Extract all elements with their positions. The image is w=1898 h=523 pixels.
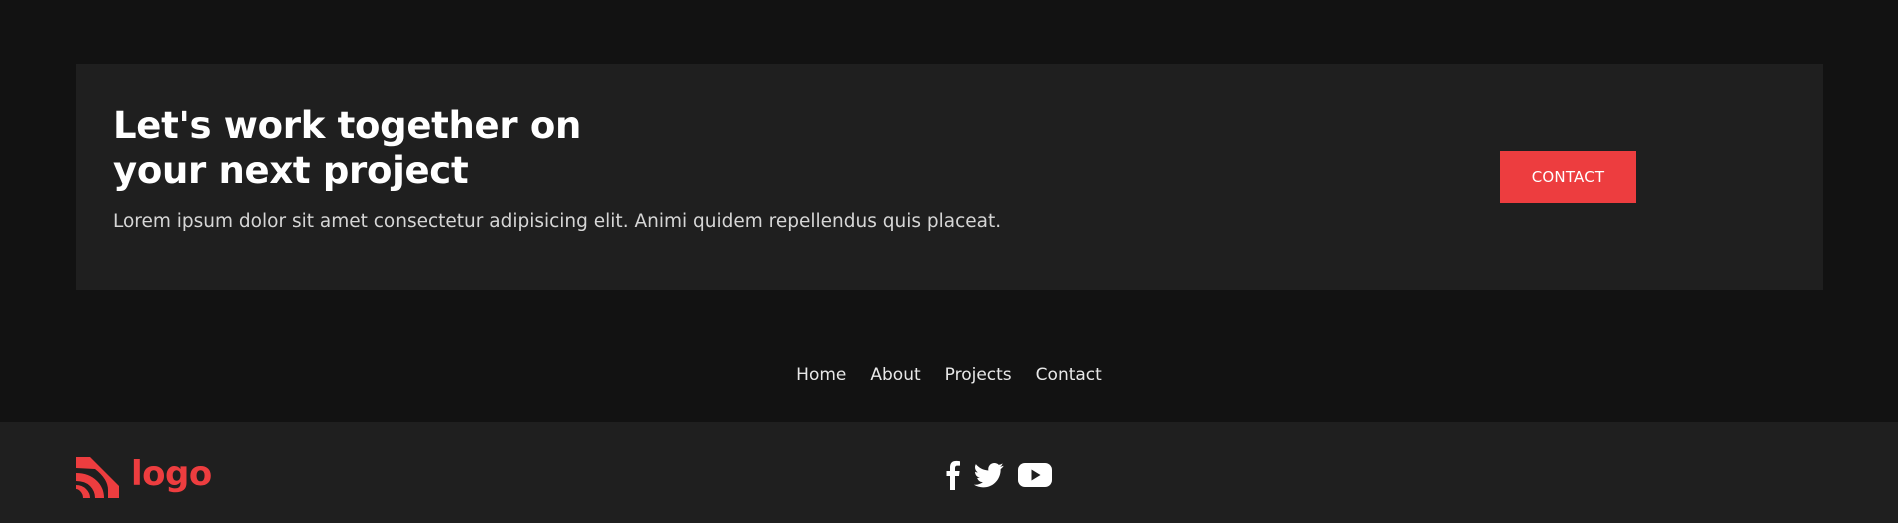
cta-description: Lorem ipsum dolor sit amet consectetur a…: [113, 211, 1002, 232]
nav-link-about[interactable]: About: [870, 362, 920, 388]
facebook-link[interactable]: [946, 460, 960, 490]
social-links: [946, 460, 1052, 490]
cta-title: Let's work together on your next project: [113, 104, 582, 192]
twitter-link[interactable]: [974, 460, 1004, 490]
youtube-link[interactable]: [1018, 460, 1052, 490]
logo-mark-icon: [76, 456, 119, 498]
logo[interactable]: logo: [76, 454, 212, 498]
footer-nav: Home About Projects Contact: [0, 362, 1898, 388]
twitter-icon: [974, 463, 1004, 488]
page: Let's work together on your next project…: [0, 0, 1898, 523]
contact-button[interactable]: CONTACT: [1500, 151, 1636, 203]
cta-card: Let's work together on your next project…: [76, 64, 1823, 290]
facebook-icon: [946, 460, 960, 490]
bottom-bar: logo: [0, 422, 1898, 523]
logo-text: logo: [131, 454, 212, 494]
nav-link-contact[interactable]: Contact: [1036, 362, 1102, 388]
youtube-icon: [1018, 463, 1052, 487]
nav-link-home[interactable]: Home: [796, 362, 846, 388]
nav-link-projects[interactable]: Projects: [945, 362, 1012, 388]
